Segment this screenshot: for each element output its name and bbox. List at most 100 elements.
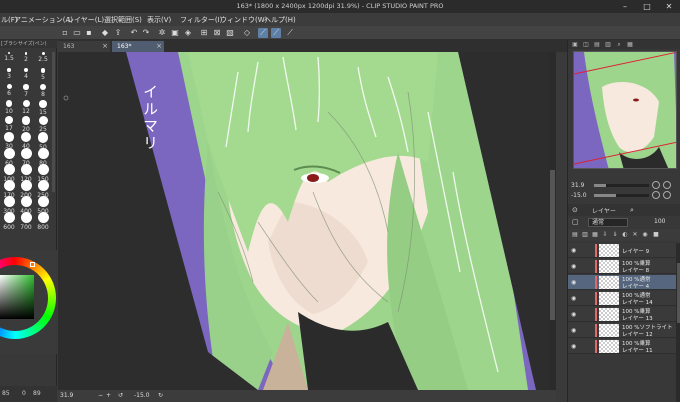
new-vector-layer-icon[interactable]: ▥ — [581, 231, 589, 239]
layer-row[interactable]: ◉ 100 %通常 レイヤー 4 — [568, 275, 676, 290]
layer-row[interactable]: ◉ 100 %乗算 レイヤー 8 — [568, 259, 676, 274]
layer-search-icon[interactable]: ⌕ — [630, 206, 634, 215]
transfer-down-icon[interactable]: ⇩ — [601, 231, 609, 239]
layer-visibility-icon[interactable]: ◉ — [571, 343, 576, 350]
brush-size-option[interactable]: 12 — [17, 100, 35, 115]
menu-view[interactable]: 表示(V) — [147, 15, 171, 25]
zoom-readout[interactable]: 31.9 — [60, 392, 73, 399]
blend-mode-select[interactable]: 通常 — [588, 218, 628, 227]
navigator-angle-slider[interactable] — [594, 194, 649, 197]
snap-grid-icon[interactable]: ⟋ — [285, 28, 295, 38]
fill-icon[interactable]: ◈ — [183, 28, 193, 38]
zoom-actual-icon[interactable] — [663, 181, 671, 189]
brush-size-option[interactable]: 1.5 — [0, 52, 18, 62]
layer-opacity[interactable]: 100 — [654, 218, 665, 225]
menu-animation[interactable]: アニメーション(A) — [14, 15, 73, 25]
layer-row[interactable]: ◉ 100 %通常 レイヤー 14 — [568, 291, 676, 306]
brush-panel-scrollbar[interactable] — [52, 52, 55, 192]
navigator-angle-value[interactable]: -15.0 — [571, 192, 587, 199]
zoom-out-icon[interactable]: − — [98, 392, 103, 399]
brush-size-option[interactable]: 4 — [17, 68, 35, 80]
layer-row[interactable]: ◉ レイヤー 9 — [568, 243, 676, 258]
layer-visibility-icon[interactable]: ◉ — [571, 295, 576, 302]
layer-row[interactable]: ◉ 100 %ソフトライト レイヤー 12 — [568, 323, 676, 338]
maximize-icon[interactable]: □ — [636, 0, 658, 13]
brush-size-option[interactable]: 3 — [0, 68, 18, 80]
menu-help[interactable]: ヘルプ(H) — [264, 15, 296, 25]
menu-filter[interactable]: フィルター(I) — [180, 15, 222, 25]
brush-size-option[interactable]: 10 — [0, 100, 18, 115]
mask-icon[interactable]: ◐ — [621, 231, 629, 239]
clear-icon[interactable]: ✲ — [157, 28, 167, 38]
layer-visibility-icon[interactable]: ◉ — [571, 311, 576, 318]
search-tab-icon[interactable]: ⌕ — [615, 41, 623, 48]
hue-marker[interactable] — [30, 262, 35, 267]
brush-size-option[interactable]: 30 — [0, 132, 18, 150]
brush-size-option[interactable]: 8 — [34, 84, 52, 98]
layer-visibility-icon[interactable]: ◉ — [571, 279, 576, 286]
canvas-artwork[interactable]: イルマリ — [58, 52, 550, 390]
layer-lock-icon[interactable]: ▢ — [572, 218, 579, 226]
deselect-icon[interactable]: ⊠ — [212, 28, 222, 38]
rotate-reset-icon[interactable] — [652, 191, 660, 199]
tab-163[interactable]: 163 × — [58, 41, 110, 52]
zoom-fit-icon[interactable] — [652, 181, 660, 189]
brush-size-option[interactable]: 600 — [0, 212, 18, 231]
canvas-area[interactable]: イルマリ — [58, 52, 550, 390]
rotate-right-icon[interactable]: ↻ — [158, 392, 163, 399]
brush-size-option[interactable]: 6 — [0, 84, 18, 97]
brush-size-option[interactable]: 2.5 — [34, 52, 52, 63]
reference-icon[interactable]: ◉ — [641, 231, 649, 239]
close-tab-icon[interactable]: × — [156, 41, 162, 52]
rotate-left-icon[interactable]: ↺ — [118, 392, 123, 399]
navigator-preview[interactable] — [573, 51, 677, 169]
snap-special-ruler-icon[interactable]: ⟋ — [271, 28, 281, 38]
subview-tab-icon[interactable]: ◫ — [582, 41, 590, 48]
canvas-vertical-scrollbar[interactable] — [549, 52, 556, 390]
layer-property-tab-icon[interactable]: ⊙ — [572, 206, 578, 214]
brush-size-option[interactable]: 7 — [17, 84, 35, 98]
brush-size-option[interactable]: 2 — [17, 52, 35, 63]
brush-size-option[interactable]: 20 — [17, 116, 35, 133]
minimize-icon[interactable]: – — [614, 0, 636, 13]
canvas-scroll-thumb[interactable] — [550, 170, 555, 320]
brush-size-option[interactable]: 17 — [0, 116, 18, 132]
navigator-zoom-slider[interactable] — [594, 184, 649, 187]
layer-row[interactable]: ◉ 100 %乗算 レイヤー 11 — [568, 339, 676, 354]
menu-layer[interactable]: レイヤー(L) — [67, 15, 104, 25]
navigator-tab-icon[interactable]: ▣ — [571, 41, 579, 48]
layer-visibility-icon[interactable]: ◉ — [571, 327, 576, 334]
clear-outside-icon[interactable]: ▣ — [170, 28, 180, 38]
export-icon[interactable]: ⇪ — [113, 28, 123, 38]
material-tab-icon[interactable]: ▥ — [604, 41, 612, 48]
brush-size-option[interactable]: 800 — [34, 212, 52, 231]
tab-163-active[interactable]: 163* × — [112, 41, 164, 52]
layer-tab-label[interactable]: レイヤー — [592, 206, 616, 215]
close-tab-icon[interactable]: × — [102, 41, 108, 52]
brush-size-option[interactable]: 5 — [34, 68, 52, 81]
merge-down-icon[interactable]: ⇓ — [611, 231, 619, 239]
transform-icon[interactable]: ⊞ — [199, 28, 209, 38]
snap-ruler-icon[interactable]: ⟋ — [258, 28, 268, 38]
undo-icon[interactable]: ↶ — [129, 28, 139, 38]
info-tab-icon[interactable]: ▤ — [593, 41, 601, 48]
clip-studio-icon[interactable]: ◆ — [100, 28, 110, 38]
color-layer-icon[interactable]: ■ — [652, 231, 660, 239]
open-file-icon[interactable]: ▭ — [72, 28, 82, 38]
new-file-icon[interactable]: ▫ — [60, 28, 70, 38]
menu-selection[interactable]: 選択範囲(S) — [104, 15, 142, 25]
new-layer-icon[interactable]: ▤ — [571, 231, 579, 239]
close-icon[interactable]: ✕ — [658, 0, 680, 13]
layer-row[interactable]: ◉ 100 %乗算 レイヤー 13 — [568, 307, 676, 322]
brush-size-option[interactable]: 25 — [34, 116, 52, 133]
layer-visibility-icon[interactable]: ◉ — [571, 247, 576, 254]
layer-visibility-icon[interactable]: ◉ — [571, 263, 576, 270]
saturation-value-square[interactable] — [0, 275, 34, 319]
redo-icon[interactable]: ↷ — [141, 28, 151, 38]
show-selection-icon[interactable]: ◇ — [242, 28, 252, 38]
rotation-readout[interactable]: -15.0 — [134, 392, 150, 399]
layer-list-scrollbar[interactable] — [676, 243, 680, 402]
brush-size-option[interactable]: 15 — [34, 100, 52, 116]
invert-selection-icon[interactable]: ▧ — [225, 28, 235, 38]
brush-size-option[interactable]: 700 — [17, 212, 35, 231]
